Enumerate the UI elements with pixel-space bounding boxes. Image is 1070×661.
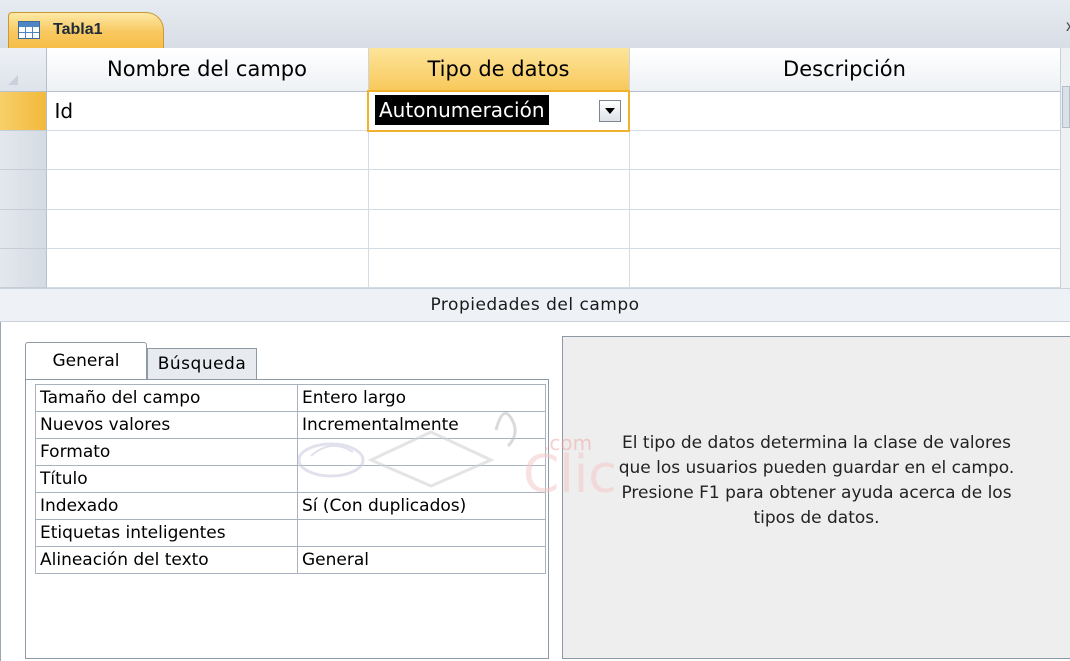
data-type-cell[interactable] — [368, 169, 630, 210]
field-name-cell[interactable] — [46, 130, 369, 171]
field-properties-title: Propiedades del campo — [0, 288, 1070, 322]
property-value[interactable]: General — [297, 546, 546, 574]
property-value[interactable] — [297, 438, 546, 466]
help-line: tipos de datos. — [753, 508, 880, 528]
table-row — [0, 248, 1061, 289]
property-label: Indexado — [35, 492, 298, 520]
property-value[interactable]: Entero largo — [297, 384, 546, 412]
table-row — [0, 169, 1061, 210]
field-design-grid: Nombre del campo Tipo de datos Descripci… — [0, 48, 1061, 289]
tab-busqueda[interactable]: Búsqueda — [147, 348, 257, 380]
row-selector[interactable] — [0, 248, 47, 289]
column-header-field-name[interactable]: Nombre del campo — [46, 48, 369, 92]
help-line: El tipo de datos determina la clase de v… — [622, 433, 1011, 453]
scrollbar-thumb[interactable] — [1062, 86, 1070, 128]
field-name-cell[interactable] — [46, 248, 369, 289]
select-all-corner[interactable] — [0, 48, 47, 92]
property-row: Indexado Sí (Con duplicados) — [35, 492, 546, 520]
tab-general[interactable]: General — [25, 342, 147, 380]
description-cell[interactable] — [629, 91, 1061, 132]
help-line: que los usuarios pueden guardar en el ca… — [618, 458, 1015, 478]
property-row: Tamaño del campo Entero largo — [35, 384, 546, 412]
data-type-value[interactable]: Autonumeración — [375, 95, 549, 126]
property-row: Alineación del texto General — [35, 546, 546, 574]
description-cell[interactable] — [629, 130, 1061, 171]
description-cell[interactable] — [629, 209, 1061, 249]
property-row: Etiquetas inteligentes — [35, 519, 546, 547]
row-selector[interactable] — [0, 91, 47, 132]
row-selector[interactable] — [0, 209, 47, 249]
data-type-cell[interactable] — [368, 248, 630, 289]
table-icon — [18, 21, 40, 39]
field-name-cell[interactable] — [46, 169, 369, 210]
data-type-cell[interactable]: Autonumeración — [367, 90, 630, 132]
column-header-description[interactable]: Descripción — [629, 48, 1061, 92]
help-pane: El tipo de datos determina la clase de v… — [562, 336, 1070, 659]
property-value[interactable] — [297, 519, 546, 547]
grid-header-row: Nombre del campo Tipo de datos Descripci… — [0, 48, 1061, 92]
data-type-cell[interactable] — [368, 130, 630, 171]
property-label: Formato — [35, 438, 298, 466]
help-line: Presione F1 para obtener ayuda acerca de… — [621, 483, 1012, 503]
table-row — [0, 209, 1061, 249]
property-label: Alineación del texto — [35, 546, 298, 574]
description-cell[interactable] — [629, 169, 1061, 210]
property-label: Etiquetas inteligentes — [35, 519, 298, 547]
data-type-cell[interactable] — [368, 209, 630, 249]
description-cell[interactable] — [629, 248, 1061, 289]
field-name-cell[interactable]: Id — [46, 91, 369, 132]
row-selector[interactable] — [0, 130, 47, 171]
vertical-scrollbar[interactable] — [1060, 48, 1070, 288]
table-row — [0, 130, 1061, 171]
field-name-cell[interactable] — [46, 209, 369, 249]
property-value[interactable] — [297, 465, 546, 493]
property-row: Nuevos valores Incrementalmente — [35, 411, 546, 439]
property-row: Título — [35, 465, 546, 493]
column-header-data-type[interactable]: Tipo de datos — [368, 48, 630, 92]
chevron-down-icon[interactable] — [599, 100, 621, 123]
property-value[interactable]: Incrementalmente — [297, 411, 546, 439]
help-text: El tipo de datos determina la clase de v… — [563, 431, 1070, 531]
field-properties-pane: General Búsqueda Tamaño del campo Entero… — [0, 322, 1070, 661]
property-value[interactable]: Sí (Con duplicados) — [297, 492, 546, 520]
property-label: Nuevos valores — [35, 411, 298, 439]
document-tab-strip: Tabla1 x — [0, 0, 1070, 49]
properties-table: Tamaño del campo Entero largo Nuevos val… — [35, 384, 546, 574]
document-tab-label: Tabla1 — [53, 21, 103, 38]
properties-panel: Tamaño del campo Entero largo Nuevos val… — [25, 379, 549, 659]
document-tab-tabla1[interactable]: Tabla1 — [8, 12, 164, 48]
table-row: Id Autonumeración — [0, 90, 1061, 132]
property-label: Título — [35, 465, 298, 493]
row-selector[interactable] — [0, 169, 47, 210]
property-row: Formato — [35, 438, 546, 466]
close-icon[interactable]: x — [1066, 18, 1070, 36]
property-label: Tamaño del campo — [35, 384, 298, 412]
